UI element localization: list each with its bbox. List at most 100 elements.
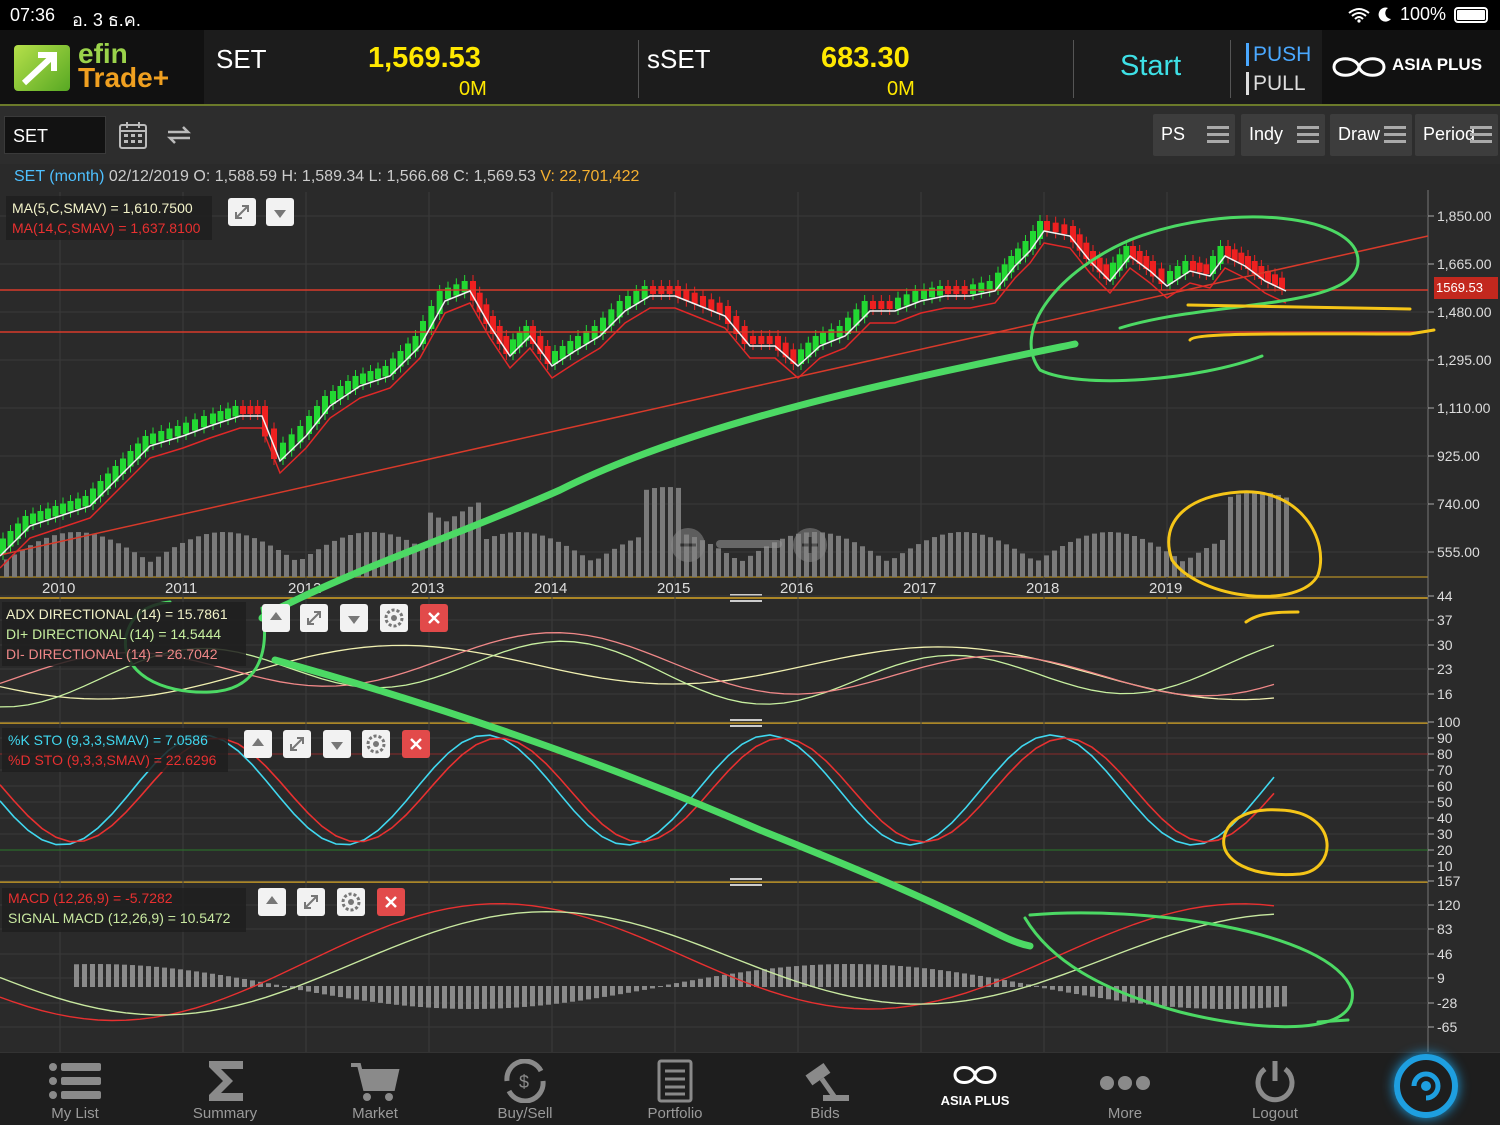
push-option[interactable]: PUSH — [1246, 40, 1312, 69]
sset-index-ticker[interactable]: sSET 683.30 0M — [639, 30, 1073, 104]
macd-histogram-bar — [578, 986, 583, 1001]
candle-body — [240, 406, 246, 414]
efin-logo[interactable]: efin Trade+ — [0, 30, 204, 104]
symbol-input[interactable]: SET — [4, 116, 106, 154]
settings-adx-button[interactable] — [380, 604, 408, 632]
ps-button[interactable]: PS — [1153, 114, 1235, 156]
macd-histogram-bar — [962, 973, 967, 987]
move-down-price-button[interactable] — [266, 198, 294, 226]
settings-macd-button[interactable] — [337, 888, 365, 916]
volume-bar — [1044, 555, 1049, 577]
divider — [1230, 40, 1231, 98]
candle-body — [1190, 261, 1196, 271]
set-index-ticker[interactable]: SET 1,569.53 0M — [204, 30, 638, 104]
volume-bars — [4, 487, 1289, 577]
move-up-sto-button[interactable] — [244, 730, 272, 758]
close-adx-button[interactable] — [420, 604, 448, 632]
volume-bar — [332, 540, 337, 577]
volume-bar — [220, 532, 225, 577]
macd-histogram-bar — [122, 964, 127, 987]
candle-body — [1044, 221, 1050, 231]
ma5-line — [0, 230, 1287, 557]
nav-logout[interactable]: Logout — [1200, 1053, 1350, 1125]
indy-button[interactable]: Indy — [1241, 114, 1325, 156]
svg-text:$: $ — [519, 1072, 529, 1092]
move-down-adx-button[interactable] — [340, 604, 368, 632]
nav-more[interactable]: More — [1050, 1053, 1200, 1125]
close-sto-button[interactable] — [402, 730, 430, 758]
nav-asia-plus[interactable]: ASIA PLUS — [900, 1053, 1050, 1125]
price-tick-label: 555.00 — [1437, 544, 1480, 560]
macd-histogram-bar — [154, 966, 159, 987]
volume-bar — [708, 543, 713, 577]
macd-histogram-bar — [1234, 986, 1239, 1009]
candle-body — [978, 282, 985, 293]
candle-body — [75, 498, 81, 509]
volume-bar — [1268, 493, 1273, 577]
nav-summary[interactable]: Summary — [150, 1053, 300, 1125]
expand-price-button[interactable] — [228, 198, 256, 226]
volume-bar — [316, 549, 321, 577]
volume-bar — [228, 532, 233, 577]
nav-portfolio[interactable]: Portfolio — [600, 1053, 750, 1125]
refresh-icon[interactable] — [164, 120, 194, 150]
volume-bar — [1236, 494, 1241, 577]
volume-bar — [860, 546, 865, 577]
macd-histogram-bar — [306, 986, 311, 992]
expand-macd-button[interactable] — [297, 888, 325, 916]
move-down-sto-button[interactable] — [323, 730, 351, 758]
start-button[interactable]: Start — [1120, 50, 1181, 83]
pull-option[interactable]: PULL — [1246, 69, 1311, 98]
battery-text: 100% — [1399, 4, 1446, 24]
sync-button[interactable] — [1394, 1054, 1458, 1118]
macd-histogram-bar — [82, 964, 87, 987]
period-button[interactable]: Period — [1415, 114, 1498, 156]
nav-bids[interactable]: Bids — [750, 1053, 900, 1125]
macd-histogram-bar — [626, 986, 631, 993]
nav-my-list[interactable]: My List — [0, 1053, 150, 1125]
macd-histogram-bar — [610, 986, 615, 996]
expand-sto-button[interactable] — [283, 730, 311, 758]
volume-bar — [940, 534, 945, 577]
move-up-adx-button[interactable] — [262, 604, 290, 632]
expand-adx-button[interactable] — [300, 604, 328, 632]
macd-histogram-bar — [1074, 986, 1079, 995]
nav-market[interactable]: Market — [300, 1053, 450, 1125]
macd-histogram-bar — [514, 986, 519, 1008]
volume-bar — [844, 538, 849, 577]
macd-histogram-bar — [218, 974, 223, 987]
macd-histogram-bar — [346, 986, 351, 999]
macd-histogram-bar — [682, 981, 687, 987]
push-pull-toggle[interactable]: PUSH PULL — [1246, 40, 1312, 98]
moon-icon — [1378, 7, 1391, 22]
nav-buy-sell[interactable]: $ Buy/Sell — [450, 1053, 600, 1125]
macd-tick-label: -28 — [1437, 995, 1457, 1011]
sto-tick-label: 50 — [1437, 794, 1453, 810]
volume-bar — [1052, 550, 1057, 577]
volume-bar — [1020, 553, 1025, 577]
volume-bar — [1092, 533, 1097, 577]
volume-bar — [596, 558, 601, 577]
macd-histogram-bar — [866, 964, 871, 987]
adx-legend: ADX DIRECTIONAL (14) = 15.7861 DI+ DIREC… — [2, 602, 246, 666]
volume-bar — [732, 558, 737, 577]
candle-body — [921, 289, 927, 299]
settings-sto-button[interactable] — [362, 730, 390, 758]
power-icon — [1255, 1061, 1295, 1103]
gavel-icon — [805, 1062, 849, 1101]
candle-body — [60, 503, 66, 514]
candlesticks — [0, 215, 1285, 560]
volume-bar — [476, 502, 481, 577]
set-index-volume: 0M — [459, 78, 487, 100]
close-macd-button[interactable] — [377, 888, 405, 916]
volume-bar — [84, 532, 89, 577]
macd-histogram-bar — [1194, 986, 1199, 1009]
adx-legend-di-minus: DI- DIRECTIONAL (14) = 26.7042 — [6, 646, 218, 662]
volume-bar — [236, 533, 241, 577]
move-up-macd-button[interactable] — [258, 888, 286, 916]
candle-body — [970, 284, 976, 294]
volume-bar — [76, 532, 81, 577]
calendar-icon[interactable] — [118, 120, 148, 150]
draw-button[interactable]: Draw — [1330, 114, 1412, 156]
volume-bar — [876, 555, 881, 577]
